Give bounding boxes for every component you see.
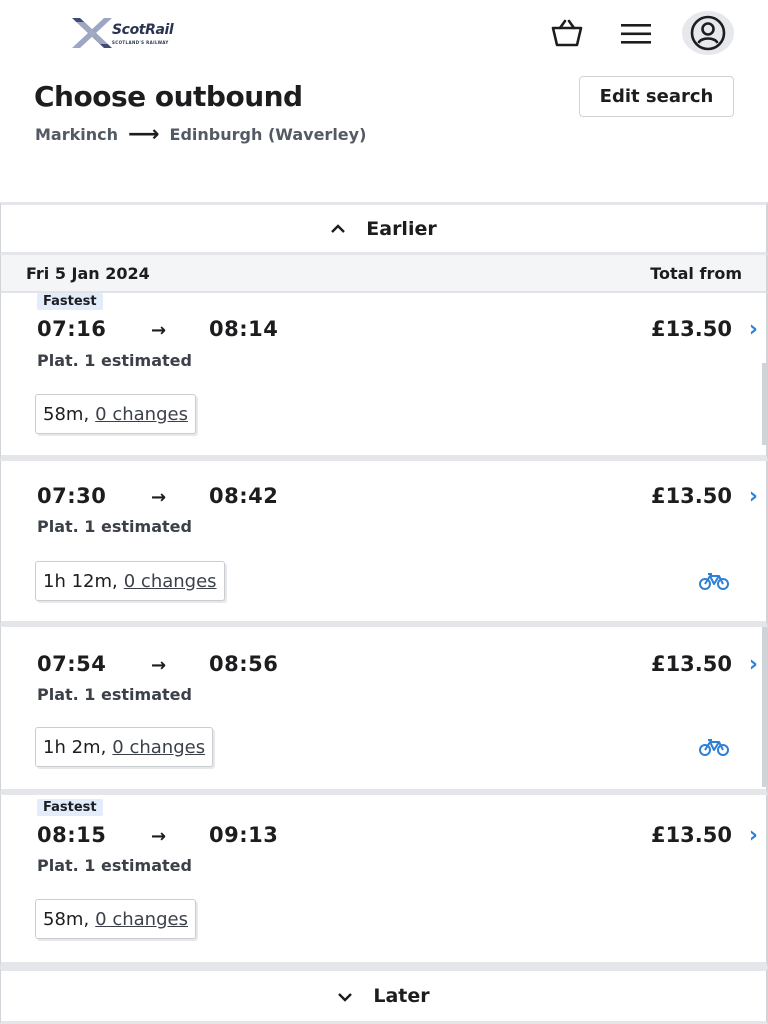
logo-tagline: SCOTLAND'S RAILWAY [112,40,169,45]
duration-changes[interactable]: 1h 12m, 0 changes [35,561,225,601]
scrollbar[interactable] [762,627,766,787]
platform-info: Plat. 1 estimated [37,685,192,704]
changes-link[interactable]: 0 changes [112,737,205,758]
arrival-time: 09:13 [209,823,279,847]
changes-link[interactable]: 0 changes [124,571,217,592]
later-button[interactable]: Later [0,968,768,1024]
scrollbar[interactable] [762,363,766,445]
duration-changes[interactable]: 58m, 0 changes [35,394,196,434]
platform-info: Plat. 1 estimated [37,517,192,536]
arrival-time: 08:42 [209,484,279,508]
duration-changes[interactable]: 1h 2m, 0 changes [35,727,214,767]
fastest-badge: Fastest [37,293,103,310]
route-destination: Edinburgh (Waverley) [169,125,367,144]
journey-card[interactable]: Fastest 08:15 → 09:13 £13.50 › Plat. 1 e… [0,795,768,968]
route-origin: Markinch [35,125,118,144]
fare-price: £13.50 [650,317,732,341]
arrow-right-icon: → [151,320,167,341]
duration: 58m, [43,403,90,425]
changes-link[interactable]: 0 changes [95,909,188,930]
journey-card[interactable]: 07:30 → 08:42 £13.50 › Plat. 1 estimated… [0,461,768,627]
chevron-right-icon[interactable]: › [749,652,758,677]
chevron-down-icon [337,986,353,1007]
chevron-right-icon[interactable]: › [749,484,758,509]
duration: 1h 12m, [43,570,118,592]
arrival-time: 08:56 [209,652,279,676]
departure-time: 07:30 [37,484,107,508]
scotrail-logo[interactable]: ScotRail SCOTLAND'S RAILWAY [70,14,180,50]
travel-date: Fri 5 Jan 2024 [26,264,150,283]
bicycle-icon [699,739,729,756]
platform-info: Plat. 1 estimated [37,351,192,370]
duration-changes[interactable]: 58m, 0 changes [35,899,196,939]
arrow-right-icon: → [151,826,167,847]
edit-search-button[interactable]: Edit search [579,76,734,117]
top-bar: ScotRail SCOTLAND'S RAILWAY [0,0,768,70]
date-header: Fri 5 Jan 2024 Total from [0,255,768,293]
menu-button[interactable] [612,12,660,56]
earlier-button[interactable]: Earlier [0,202,768,255]
basket-icon [551,19,583,47]
route-arrow-icon: ⟶ [128,121,160,147]
changes-link[interactable]: 0 changes [95,404,188,425]
duration: 1h 2m, [43,736,107,758]
basket-button[interactable] [543,12,591,56]
departure-time: 08:15 [37,823,107,847]
chevron-right-icon[interactable]: › [749,317,758,342]
total-from-label: Total from [650,264,742,283]
duration: 58m, [43,908,90,930]
fare-price: £13.50 [650,823,732,847]
fare-price: £13.50 [650,484,732,508]
journey-card[interactable]: Fastest 07:16 → 08:14 £13.50 › Plat. 1 e… [0,293,768,461]
page-title: Choose outbound [34,80,303,113]
departure-time: 07:54 [37,652,107,676]
arrival-time: 08:14 [209,317,279,341]
fastest-badge: Fastest [37,799,103,816]
arrow-right-icon: → [151,655,167,676]
route-breadcrumb: Markinch ⟶ Edinburgh (Waverley) [35,121,367,147]
platform-info: Plat. 1 estimated [37,856,192,875]
account-icon [690,15,726,51]
journey-card[interactable]: 07:54 → 08:56 £13.50 › Plat. 1 estimated… [0,627,768,795]
saltire-icon [72,18,112,48]
arrow-right-icon: → [151,487,167,508]
earlier-label: Earlier [366,217,437,240]
chevron-up-icon [330,218,346,239]
menu-icon [621,24,651,44]
later-label: Later [373,985,430,1007]
bicycle-icon [699,573,729,590]
account-button[interactable] [682,11,734,55]
fare-price: £13.50 [650,652,732,676]
chevron-right-icon[interactable]: › [749,823,758,848]
logo-wordmark: ScotRail [112,22,174,38]
departure-time: 07:16 [37,317,107,341]
